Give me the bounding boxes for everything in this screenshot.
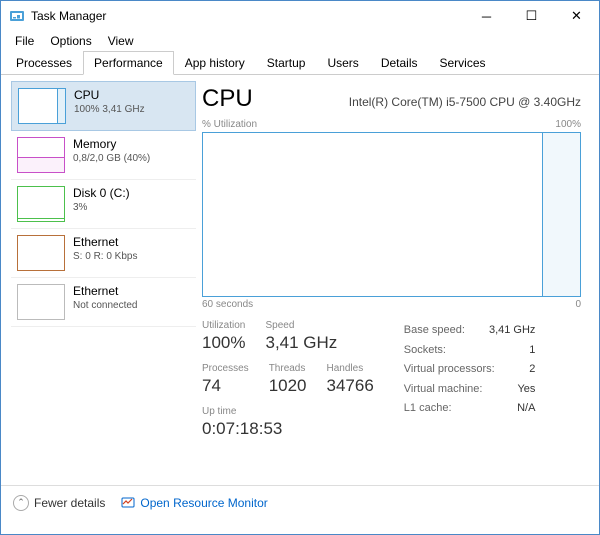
tab-app-history[interactable]: App history xyxy=(174,51,256,75)
sidebar-item-label: CPU xyxy=(74,88,145,102)
sidebar-item-label: Memory xyxy=(73,137,150,151)
menu-view[interactable]: View xyxy=(102,32,140,50)
minimize-button[interactable]: ─ xyxy=(464,1,509,31)
sidebar-item-sub: 3% xyxy=(73,202,130,213)
stat-label: Processes xyxy=(202,363,249,374)
stat-label: L1 cache: xyxy=(404,400,452,418)
menu-file[interactable]: File xyxy=(9,32,40,50)
tab-services[interactable]: Services xyxy=(429,51,497,75)
resource-monitor-link[interactable]: Open Resource Monitor xyxy=(121,496,267,510)
tab-processes[interactable]: Processes xyxy=(5,51,83,75)
graph-label-br: 0 xyxy=(575,299,581,310)
footer: ⌃ Fewer details Open Resource Monitor xyxy=(1,485,599,519)
main-panel: CPU Intel(R) Core(TM) i5-7500 CPU @ 3.40… xyxy=(196,75,599,485)
sidebar-item-label: Disk 0 (C:) xyxy=(73,186,130,200)
stat-sockets: 1 xyxy=(529,342,535,360)
stat-processes: 74 xyxy=(202,376,249,396)
sidebar-item-label: Ethernet xyxy=(73,284,138,298)
sidebar-item-memory[interactable]: Memory 0,8/2,0 GB (40%) xyxy=(11,131,196,180)
sidebar: CPU100% 3,41 GHz Memory0,8/2,0 GB (40%) … xyxy=(1,75,196,485)
sidebar-item-ethernet-2[interactable]: Ethernet Not connected xyxy=(11,278,196,327)
maximize-button[interactable]: ☐ xyxy=(509,1,554,31)
chevron-up-icon: ⌃ xyxy=(13,495,29,511)
graph-label-bl: 60 seconds xyxy=(202,299,253,310)
cpu-model: Intel(R) Core(TM) i5-7500 CPU @ 3.40GHz xyxy=(273,95,581,109)
stat-label: Utilization xyxy=(202,320,245,331)
titlebar: Task Manager ─ ☐ ✕ xyxy=(1,1,599,31)
sidebar-item-sub: 0,8/2,0 GB (40%) xyxy=(73,153,150,164)
stat-label: Sockets: xyxy=(404,342,446,360)
stat-label: Threads xyxy=(269,363,307,374)
stat-speed: 3,41 GHz xyxy=(265,333,337,353)
cpu-thumb-icon xyxy=(18,88,66,124)
stat-threads: 1020 xyxy=(269,376,307,396)
memory-thumb-icon xyxy=(17,137,65,173)
ethernet-thumb-icon xyxy=(17,235,65,271)
utilization-graph[interactable] xyxy=(202,132,581,297)
fewer-details-button[interactable]: ⌃ Fewer details xyxy=(13,495,105,511)
stat-label: Handles xyxy=(327,363,374,374)
sidebar-item-sub: Not connected xyxy=(73,300,138,311)
menu-options[interactable]: Options xyxy=(44,32,97,50)
stat-label: Up time xyxy=(202,406,374,417)
stat-handles: 34766 xyxy=(327,376,374,396)
tab-users[interactable]: Users xyxy=(316,51,369,75)
panel-title: CPU xyxy=(202,85,253,113)
tab-details[interactable]: Details xyxy=(370,51,429,75)
stat-label: Virtual machine: xyxy=(404,381,483,399)
stat-uptime: 0:07:18:53 xyxy=(202,419,374,439)
stat-vmachine: Yes xyxy=(517,381,535,399)
sidebar-item-label: Ethernet xyxy=(73,235,137,249)
sidebar-item-cpu[interactable]: CPU 100% 3,41 GHz xyxy=(11,81,196,131)
tab-performance[interactable]: Performance xyxy=(83,51,174,75)
app-icon xyxy=(9,8,25,24)
resource-monitor-label: Open Resource Monitor xyxy=(140,496,267,510)
stat-utilization: 100% xyxy=(202,333,245,353)
window-title: Task Manager xyxy=(31,9,464,23)
graph-label-tr: 100% xyxy=(555,119,581,130)
stat-label: Base speed: xyxy=(404,322,465,340)
sidebar-item-ethernet-1[interactable]: Ethernet S: 0 R: 0 Kbps xyxy=(11,229,196,278)
sidebar-item-sub: S: 0 R: 0 Kbps xyxy=(73,251,137,262)
stat-label: Speed xyxy=(265,320,337,331)
menubar: File Options View xyxy=(1,31,599,51)
stat-vprocs: 2 xyxy=(529,361,535,379)
fewer-details-label: Fewer details xyxy=(34,496,105,510)
monitor-icon xyxy=(121,496,135,510)
ethernet-thumb-icon xyxy=(17,284,65,320)
graph-label-tl: % Utilization xyxy=(202,119,257,130)
sidebar-item-disk[interactable]: Disk 0 (C:) 3% xyxy=(11,180,196,229)
tab-startup[interactable]: Startup xyxy=(256,51,317,75)
close-button[interactable]: ✕ xyxy=(554,1,599,31)
graph-trace xyxy=(542,133,580,296)
stat-label: Virtual processors: xyxy=(404,361,495,379)
stat-basespeed: 3,41 GHz xyxy=(489,322,535,340)
sidebar-item-sub: 100% 3,41 GHz xyxy=(74,104,145,115)
stat-l1: N/A xyxy=(517,400,535,418)
disk-thumb-icon xyxy=(17,186,65,222)
tabs: Processes Performance App history Startu… xyxy=(1,51,599,75)
